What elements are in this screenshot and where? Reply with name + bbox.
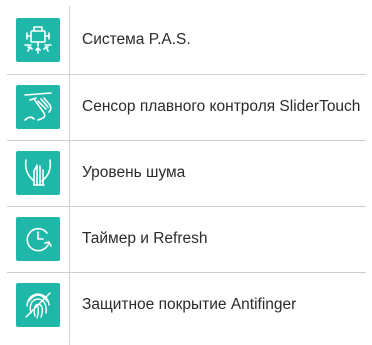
column-divider bbox=[69, 339, 70, 345]
feature-row-antifinger: Защитное покрытие Antifinger bbox=[7, 272, 366, 338]
feature-icon-cell bbox=[7, 206, 70, 273]
pas-system-icon bbox=[16, 17, 60, 62]
feature-icon-cell bbox=[7, 74, 70, 141]
feature-icon-cell bbox=[7, 140, 70, 207]
feature-icon-cell bbox=[7, 6, 70, 75]
timer-refresh-icon bbox=[16, 217, 60, 261]
feature-row-slidertouch: Сенсор плавного контроля SliderTouch bbox=[7, 74, 366, 141]
feature-label: Защитное покрытие Antifinger bbox=[82, 296, 297, 314]
feature-icon-cell bbox=[7, 272, 70, 338]
slider-touch-icon bbox=[16, 85, 60, 129]
feature-label: Уровень шума bbox=[69, 140, 366, 207]
feature-label: Таймер и Refresh bbox=[69, 206, 366, 273]
noise-level-icon bbox=[16, 151, 60, 195]
features-table: Система P.A.S. Сенсор плавного контроля bbox=[7, 6, 366, 338]
feature-row-noise: Уровень шума bbox=[7, 140, 366, 207]
feature-row-timer: Таймер и Refresh bbox=[7, 206, 366, 273]
feature-label: Сенсор плавного контроля SliderTouch bbox=[69, 74, 366, 141]
feature-row-pas: Система P.A.S. bbox=[7, 6, 366, 75]
feature-label: Система P.A.S. bbox=[69, 6, 366, 75]
fingerprint-icon bbox=[16, 283, 60, 328]
